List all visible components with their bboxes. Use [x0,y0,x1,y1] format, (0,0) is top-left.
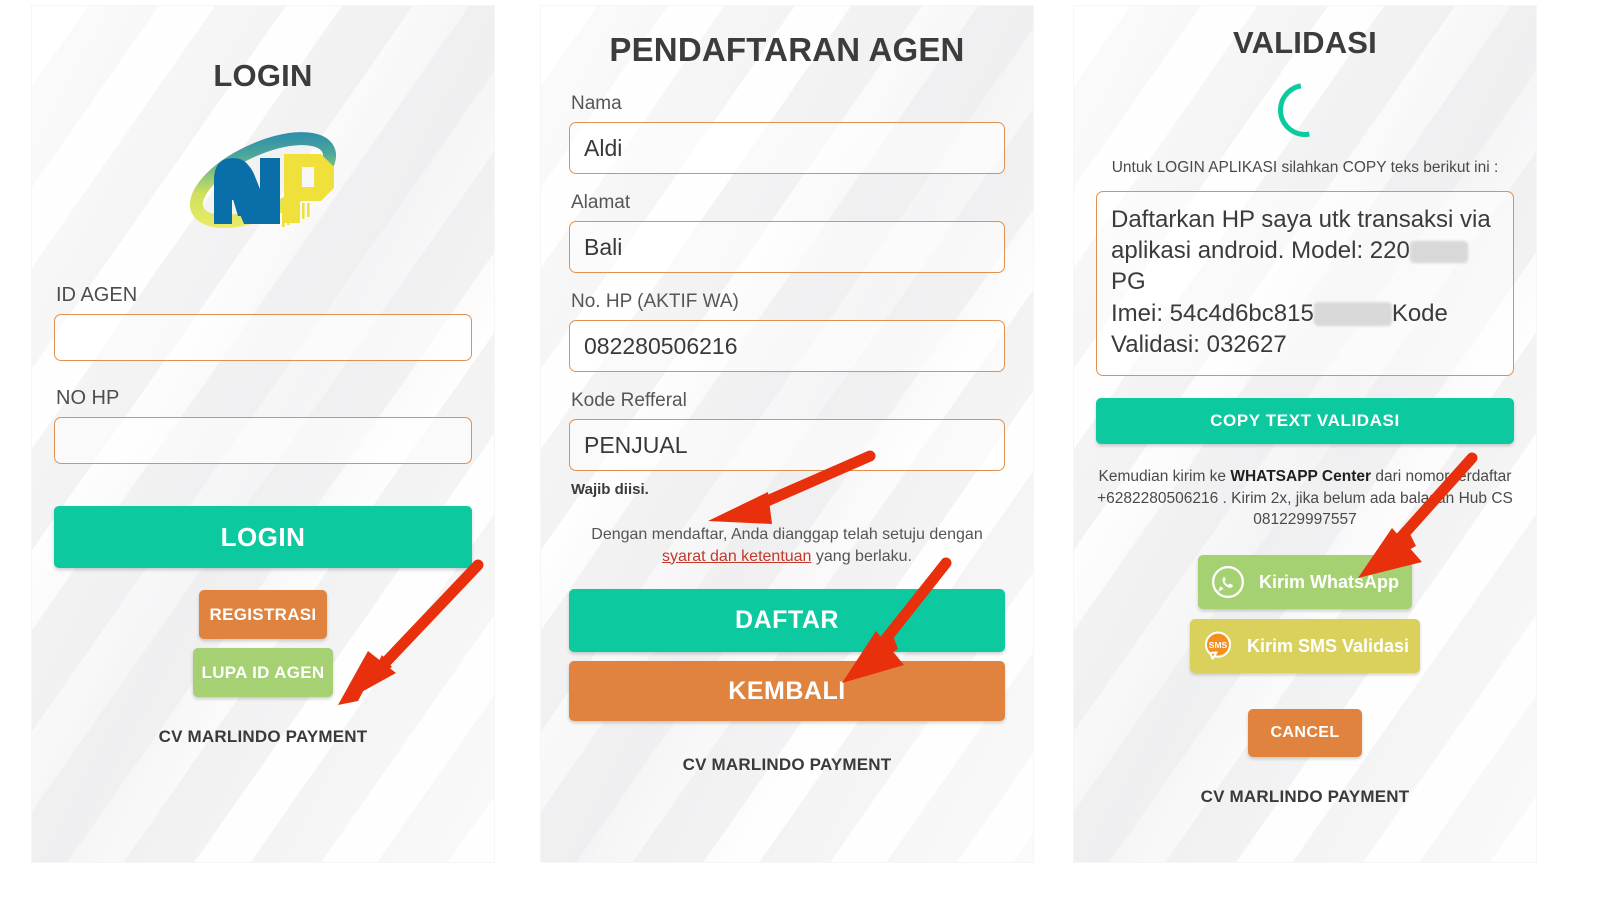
kirim-sms-validasi-button[interactable]: SMS Kirim SMS Validasi [1190,619,1420,673]
footer-brand: CV MARLINDO PAYMENT [1200,787,1410,806]
mp-logo-icon [189,132,336,228]
validation-line-2-suffix: PG [1111,268,1146,296]
no-hp-input[interactable]: 082280506216 [569,320,1005,372]
alamat-input[interactable]: Bali [569,221,1005,273]
sms-icon-text: SMS [1209,640,1228,650]
footer-brand: CV MARLINDO PAYMENT [158,727,368,746]
page-title: VALIDASI [1233,25,1377,60]
redacted-imei [1313,302,1392,327]
validation-line-1: Daftarkan HP saya utk transaksi via [1111,206,1491,233]
terms-prefix: Dengan mendaftar, Anda dianggap telah se… [591,526,983,543]
loading-spinner-icon [1267,72,1343,148]
validation-line-3-suffix: Kode [1391,299,1448,327]
send-instruction-note: Kemudian kirim ke WHATSAPP Center dari n… [1088,466,1522,531]
validation-line-2-prefix: aplikasi android. Model: 220 [1111,237,1410,265]
page-title: PENDAFTARAN AGEN [609,31,965,68]
footer-brand: CV MARLINDO PAYMENT [682,755,892,775]
kembali-button[interactable]: KEMBALI [569,661,1005,722]
id-agen-input[interactable] [54,314,472,361]
validation-line-3: Imei: 54c4d6bc815 Kode [1111,298,1499,329]
id-agen-label: ID AGEN [56,284,138,306]
nama-label: Nama [571,93,622,114]
kirim-whatsapp-button[interactable]: Kirim WhatsApp [1198,555,1412,609]
copy-hint: Untuk LOGIN APLIKASI silahkan COPY teks … [1111,159,1499,176]
no-hp-label: NO HP [56,387,120,409]
note-bold: WHATSAPP Center [1230,467,1372,485]
kode-refferal-label: Kode Refferal [571,390,687,411]
registrasi-button[interactable]: REGISTRASI [199,590,327,639]
validation-line-2: aplikasi android. Model: 220 PG [1111,235,1499,297]
whatsapp-icon [1211,565,1244,599]
required-note: Wajib diisi. [571,481,649,498]
no-hp-label: No. HP (AKTIF WA) [571,291,739,312]
login-form: ID AGEN NO HP LOGIN REGISTRASI LUPA ID A… [32,284,494,747]
terms-text: Dengan mendaftar, Anda dianggap telah se… [569,524,1005,567]
kirim-sms-label: Kirim SMS Validasi [1246,635,1410,656]
page-title: LOGIN [213,58,313,93]
terms-suffix: yang berlaku. [811,547,912,565]
cancel-button[interactable]: CANCEL [1248,709,1362,757]
validation-line-4: Validasi: 032627 [1111,330,1287,358]
copy-text-validasi-button[interactable]: COPY TEXT VALIDASI [1096,397,1514,444]
note-prefix: Kemudian kirim ke [1098,467,1231,485]
logo-wrap [32,120,494,240]
validation-text-box[interactable]: Daftarkan HP saya utk transaksi via apli… [1096,191,1514,376]
login-button[interactable]: LOGIN [54,506,472,568]
terms-link[interactable]: syarat dan ketentuan [662,548,811,565]
spinner-wrap [1074,72,1536,148]
daftar-button[interactable]: DAFTAR [569,589,1005,653]
screenshot-stage: LOGIN ID AGEN NO HP LOGIN REGISTRASI LUP… [0,0,1600,899]
nama-input[interactable]: Aldi [569,122,1005,174]
redacted-model [1409,240,1468,263]
login-screen: LOGIN ID AGEN NO HP LOGIN REGISTRASI LUP… [32,6,494,862]
kode-refferal-input[interactable]: PENJUAL [569,419,1005,471]
no-hp-input[interactable] [54,417,472,464]
validation-line-3-prefix: Imei: 54c4d6bc815 [1111,299,1314,327]
lupa-id-agen-button[interactable]: LUPA ID AGEN [193,648,333,697]
validation-screen: VALIDASI Untuk LOGIN APLIKASI silahkan C… [1074,6,1536,862]
registration-form: Nama Aldi Alamat Bali No. HP (AKTIF WA) … [541,93,1033,775]
sms-icon: SMS [1204,631,1232,660]
alamat-label: Alamat [571,192,631,213]
kirim-whatsapp-label: Kirim WhatsApp [1258,571,1399,592]
registration-screen: PENDAFTARAN AGEN Nama Aldi Alamat Bali N… [541,6,1033,862]
